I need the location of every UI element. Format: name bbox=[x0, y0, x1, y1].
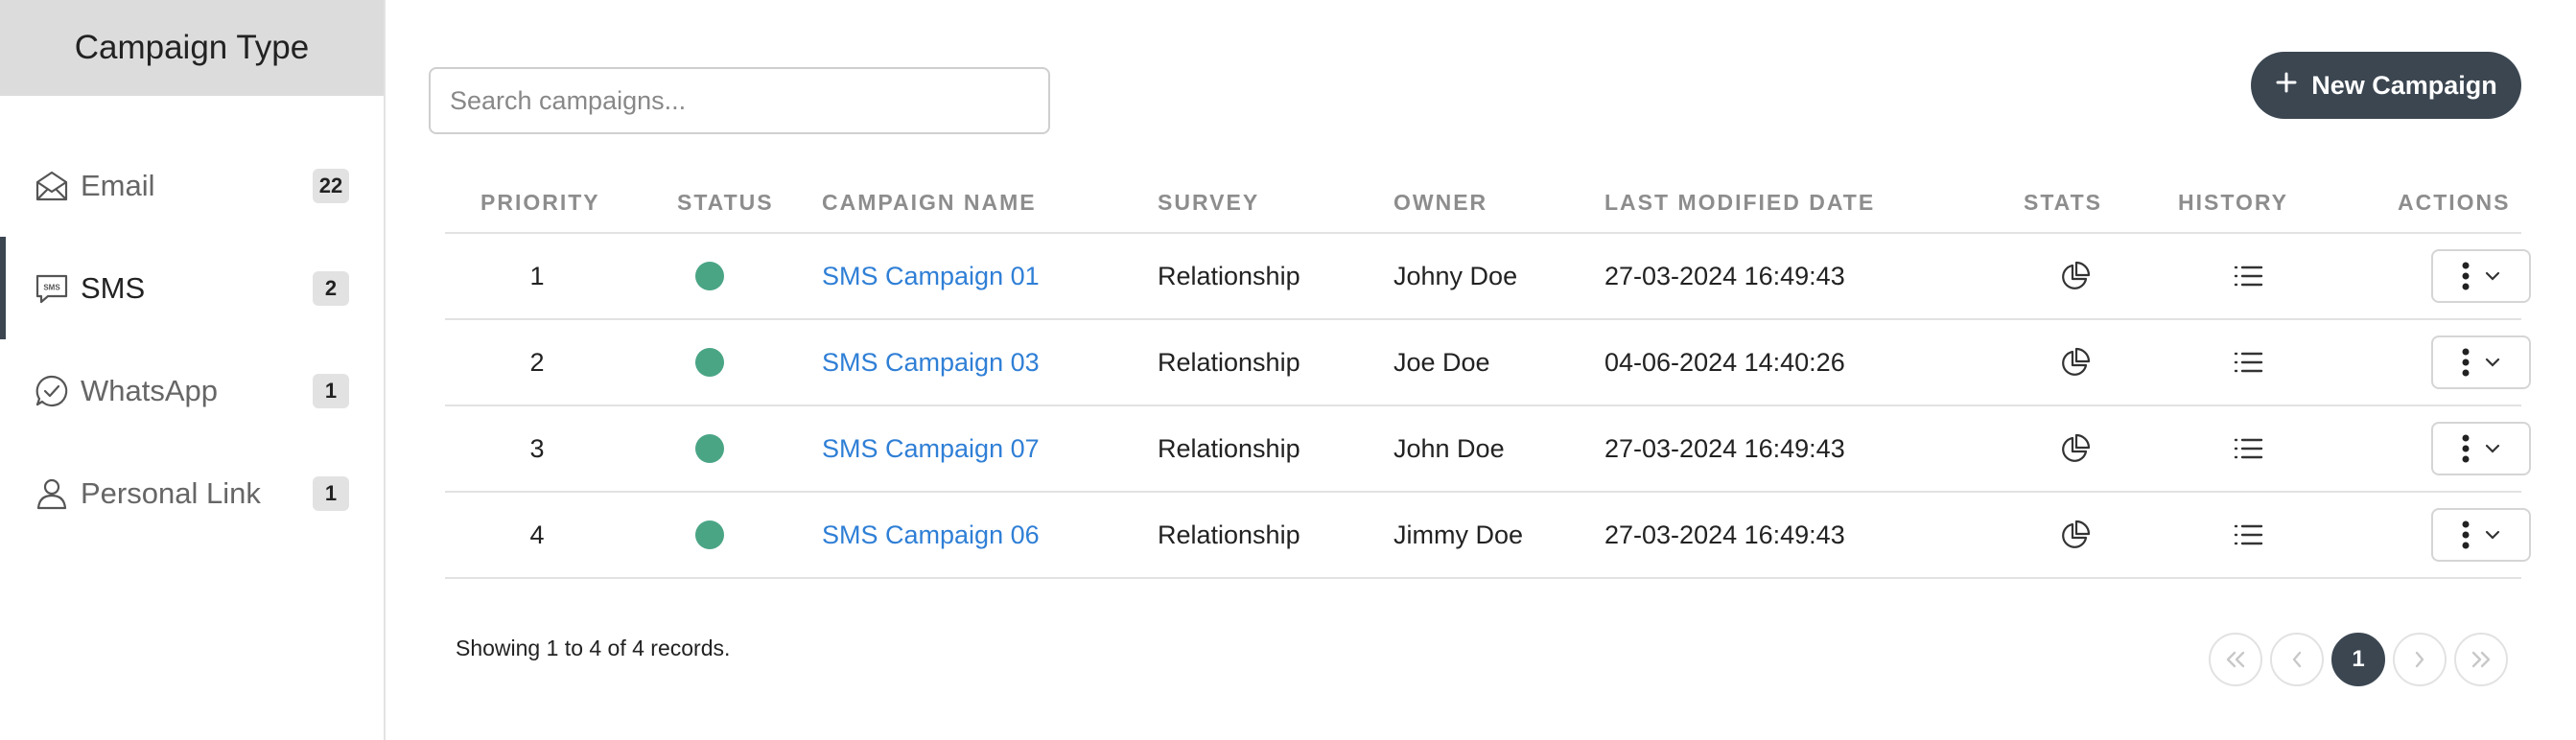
sidebar-item-label: Personal Link bbox=[81, 475, 261, 510]
history-list-icon[interactable] bbox=[2219, 234, 2277, 318]
survey-cell: Relationship bbox=[1158, 347, 1300, 377]
history-list-icon[interactable] bbox=[2219, 406, 2277, 491]
campaign-name-link[interactable]: SMS Campaign 01 bbox=[822, 234, 1040, 318]
page-button-current[interactable]: 1 bbox=[2331, 633, 2385, 686]
owner-cell: Jimmy Doe bbox=[1393, 520, 1524, 549]
stats-pie-icon[interactable] bbox=[2047, 493, 2104, 577]
count-badge: 1 bbox=[313, 374, 349, 408]
campaign-name-link[interactable]: SMS Campaign 03 bbox=[822, 320, 1040, 405]
priority-cell: 1 bbox=[529, 261, 545, 290]
sidebar-item-label: Email bbox=[81, 168, 155, 202]
count-badge: 1 bbox=[313, 476, 349, 511]
modified-cell: 27-03-2024 16:49:43 bbox=[1604, 261, 1845, 290]
plus-icon bbox=[2275, 71, 2298, 101]
actions-dropdown-button[interactable] bbox=[2431, 422, 2531, 475]
more-vertical-icon bbox=[2462, 262, 2470, 290]
header-owner[interactable]: OWNER bbox=[1393, 190, 1487, 216]
more-vertical-icon bbox=[2462, 434, 2470, 463]
status-dot bbox=[695, 434, 724, 463]
table-header: PRIORITY STATUS CAMPAIGN NAME SURVEY OWN… bbox=[445, 169, 2521, 234]
pagination: 1 bbox=[2209, 633, 2508, 686]
header-campaign-name[interactable]: CAMPAIGN NAME bbox=[822, 190, 1037, 216]
more-vertical-icon bbox=[2462, 520, 2470, 549]
header-priority[interactable]: PRIORITY bbox=[480, 190, 600, 216]
count-badge: 22 bbox=[313, 169, 349, 203]
whatsapp-icon bbox=[33, 372, 71, 410]
history-list-icon[interactable] bbox=[2219, 493, 2277, 577]
chevron-right-icon bbox=[2415, 651, 2424, 668]
actions-dropdown-button[interactable] bbox=[2431, 249, 2531, 303]
header-status[interactable]: STATUS bbox=[677, 190, 774, 216]
campaign-name-link[interactable]: SMS Campaign 07 bbox=[822, 406, 1040, 491]
chevron-down-icon bbox=[2485, 530, 2500, 540]
last-page-button[interactable] bbox=[2454, 633, 2508, 686]
count-badge: 2 bbox=[313, 271, 349, 306]
header-stats: STATS bbox=[2024, 190, 2102, 215]
search-input[interactable] bbox=[429, 67, 1050, 134]
survey-cell: Relationship bbox=[1158, 433, 1300, 463]
sidebar-item-personal-link[interactable]: Personal Link 1 bbox=[0, 442, 384, 544]
stats-pie-icon[interactable] bbox=[2047, 320, 2104, 405]
status-dot bbox=[695, 262, 724, 290]
sidebar-item-email[interactable]: Email 22 bbox=[0, 134, 384, 237]
table-row: 1 SMS Campaign 01 Relationship Johny Doe… bbox=[445, 234, 2531, 320]
previous-page-button[interactable] bbox=[2270, 633, 2324, 686]
campaign-name-link[interactable]: SMS Campaign 06 bbox=[822, 493, 1040, 577]
owner-cell: Johny Doe bbox=[1393, 261, 1518, 290]
sidebar-item-label: WhatsApp bbox=[81, 373, 219, 407]
sidebar-item-whatsapp[interactable]: WhatsApp 1 bbox=[0, 339, 384, 442]
modified-cell: 04-06-2024 14:40:26 bbox=[1604, 347, 1845, 377]
actions-dropdown-button[interactable] bbox=[2431, 335, 2531, 389]
more-vertical-icon bbox=[2462, 348, 2470, 377]
sidebar-item-label: SMS bbox=[81, 270, 146, 305]
survey-cell: Relationship bbox=[1158, 520, 1300, 549]
history-list-icon[interactable] bbox=[2219, 320, 2277, 405]
chevron-left-icon bbox=[2292, 651, 2302, 668]
header-last-modified[interactable]: LAST MODIFIED DATE bbox=[1604, 190, 1875, 216]
modified-cell: 27-03-2024 16:49:43 bbox=[1604, 520, 1845, 549]
header-history: HISTORY bbox=[2178, 190, 2288, 215]
stats-pie-icon[interactable] bbox=[2047, 234, 2104, 318]
sidebar-title: Campaign Type bbox=[0, 0, 384, 96]
campaign-type-sidebar: Campaign Type Email 22 SMS SMS 2 WhatsAp… bbox=[0, 0, 386, 740]
status-dot bbox=[695, 348, 724, 377]
sidebar-item-sms[interactable]: SMS SMS 2 bbox=[0, 237, 384, 339]
first-page-button[interactable] bbox=[2209, 633, 2262, 686]
next-page-button[interactable] bbox=[2393, 633, 2447, 686]
chevron-down-icon bbox=[2485, 271, 2500, 281]
header-survey[interactable]: SURVEY bbox=[1158, 190, 1259, 216]
actions-dropdown-button[interactable] bbox=[2431, 508, 2531, 562]
sms-icon: SMS bbox=[33, 269, 71, 308]
chevrons-right-icon bbox=[2471, 651, 2491, 668]
priority-cell: 4 bbox=[529, 520, 545, 549]
header-actions: ACTIONS bbox=[2398, 190, 2511, 215]
stats-pie-icon[interactable] bbox=[2047, 406, 2104, 491]
user-icon bbox=[33, 474, 71, 513]
new-campaign-button[interactable]: New Campaign bbox=[2251, 52, 2521, 119]
owner-cell: Joe Doe bbox=[1393, 347, 1490, 377]
campaign-type-list: Email 22 SMS SMS 2 WhatsApp 1 Personal L… bbox=[0, 134, 384, 544]
campaigns-table: PRIORITY STATUS CAMPAIGN NAME SURVEY OWN… bbox=[445, 169, 2531, 579]
email-icon bbox=[33, 167, 71, 205]
chevrons-left-icon bbox=[2226, 651, 2245, 668]
status-dot bbox=[695, 520, 724, 549]
modified-cell: 27-03-2024 16:49:43 bbox=[1604, 433, 1845, 463]
table-row: 3 SMS Campaign 07 Relationship John Doe … bbox=[445, 406, 2531, 493]
table-row: 4 SMS Campaign 06 Relationship Jimmy Doe… bbox=[445, 493, 2531, 579]
new-campaign-label: New Campaign bbox=[2311, 70, 2497, 100]
priority-cell: 2 bbox=[529, 347, 545, 377]
survey-cell: Relationship bbox=[1158, 261, 1300, 290]
table-row: 2 SMS Campaign 03 Relationship Joe Doe 0… bbox=[445, 320, 2531, 406]
records-summary: Showing 1 to 4 of 4 records. bbox=[456, 636, 731, 660]
svg-text:SMS: SMS bbox=[43, 283, 60, 291]
priority-cell: 3 bbox=[529, 433, 545, 463]
chevron-down-icon bbox=[2485, 358, 2500, 367]
chevron-down-icon bbox=[2485, 444, 2500, 453]
owner-cell: John Doe bbox=[1393, 433, 1505, 463]
